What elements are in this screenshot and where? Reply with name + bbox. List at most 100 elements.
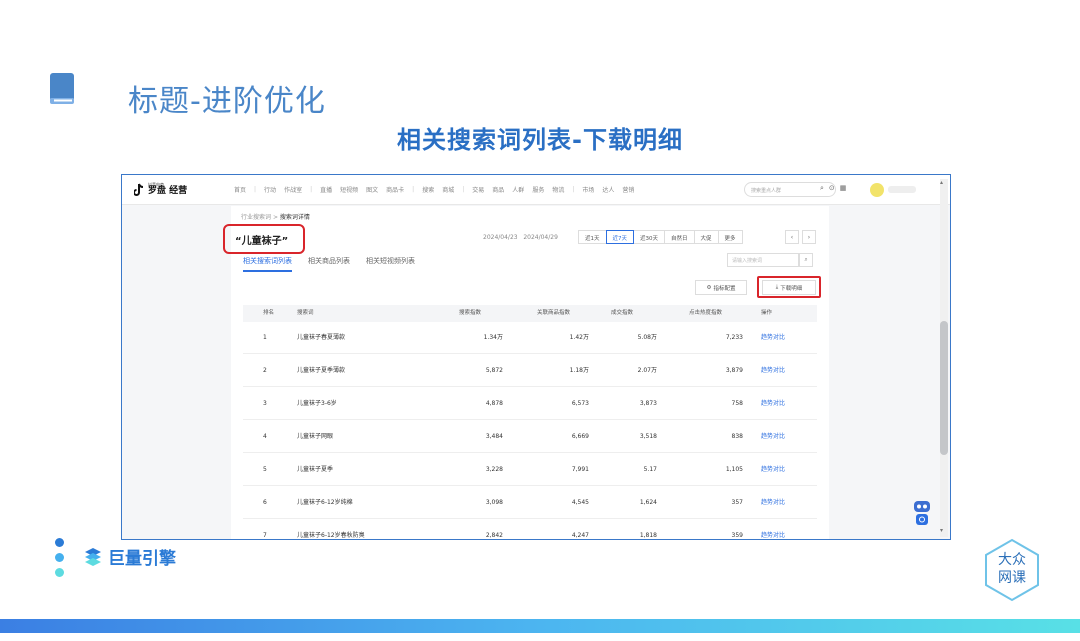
breadcrumb-parent[interactable]: 行业搜索词 — [241, 214, 271, 221]
nav-item[interactable]: 交易 — [472, 185, 484, 194]
table-row: 7 儿童袜子6-12岁春秋防臭 2,842 4,247 1,818 359 趋势对比 — [243, 520, 817, 539]
range-button[interactable]: 近7天 — [605, 230, 634, 244]
nav-item[interactable]: 首页 — [234, 185, 246, 194]
douyin-icon — [134, 183, 144, 196]
nav-item[interactable]: 直播 — [320, 185, 332, 194]
range-button[interactable]: 近30天 — [633, 230, 665, 244]
nav-separator: | — [412, 186, 415, 193]
col-keyword: 搜索词 — [297, 310, 314, 316]
tab-item[interactable]: 相关搜索词列表 — [243, 256, 292, 272]
date-end: 2024/04/29 — [523, 234, 558, 241]
table-row: 6 儿童袜子6-12岁纯棉 3,098 4,545 1,624 357 趋势对比 — [243, 487, 817, 519]
date-range[interactable]: 2024/04/23 2024/04/29 — [483, 234, 558, 241]
col-search-index[interactable]: 搜索指数 — [459, 305, 519, 322]
scroll-down-icon[interactable]: ▾ — [940, 527, 943, 534]
keyword-cell: 儿童袜子夏季薄款 — [297, 367, 346, 374]
svg-text:大众: 大众 — [998, 552, 1026, 568]
dazhong-wangke-logo: 大众 网课 — [985, 538, 1039, 602]
search-index-cell: 3,228 — [485, 466, 503, 473]
chevron-left-icon[interactable]: ‹ — [785, 230, 799, 244]
trend-compare-link[interactable]: 趋势对比 — [761, 388, 785, 420]
deal-index-cell: 3,873 — [639, 400, 657, 407]
grid-icon[interactable]: ▦ — [840, 184, 847, 193]
nav-item[interactable]: 服务 — [532, 185, 544, 194]
search-index-cell: 3,098 — [485, 499, 503, 506]
table-row: 2 儿童袜子夏季薄款 5,872 1.18万 2.07万 3,879 趋势对比 — [243, 355, 817, 387]
config-button-label: 指标配置 — [713, 285, 736, 292]
chevron-right-icon[interactable]: › — [802, 230, 816, 244]
nav-item[interactable]: 人群 — [512, 185, 524, 194]
nav-item[interactable]: 行动 — [264, 185, 276, 194]
table-row: 3 儿童袜子3-6岁 4,878 6,573 3,873 758 趋势对比 — [243, 388, 817, 420]
scroll-up-icon[interactable]: ▴ — [940, 179, 943, 186]
product-index-cell: 4,545 — [571, 499, 589, 506]
rank-cell: 5 — [263, 466, 267, 473]
assistant-robot-icon[interactable] — [912, 497, 932, 527]
range-button[interactable]: 大促 — [693, 230, 719, 244]
table-header: 排名 搜索词 搜索指数 关联商品指数 成交指数 点击热度指数 操作 — [243, 305, 817, 322]
product-index-cell: 1.42万 — [569, 334, 589, 341]
product-index-cell: 6,573 — [571, 400, 589, 407]
click-index-cell: 357 — [731, 499, 743, 506]
nav-item[interactable]: 短视频 — [340, 185, 358, 194]
nav-item[interactable]: 物流 — [552, 185, 564, 194]
top-navbar: 抖音电商 罗盘 经营 首页 | 行动 作战室 | 直播 短视频 图文 商品卡 | 搜索 商城 | 交易 商品… — [122, 175, 950, 205]
brand-logo: 巨量引擎 — [82, 544, 176, 569]
nav-item[interactable]: 达人 — [602, 185, 614, 194]
product-index-cell: 7,991 — [571, 466, 589, 473]
deal-index-cell: 1,818 — [639, 532, 657, 539]
download-highlight-box — [757, 276, 821, 298]
trend-compare-link[interactable]: 趋势对比 — [761, 421, 785, 453]
tab-item[interactable]: 相关短视频列表 — [366, 256, 415, 272]
keyword-highlight-box — [223, 224, 305, 254]
svg-text:网课: 网课 — [998, 570, 1026, 586]
range-button[interactable]: 自然日 — [664, 230, 695, 244]
config-button[interactable]: ⚙ 指标配置 — [695, 280, 747, 295]
trend-compare-link[interactable]: 趋势对比 — [761, 520, 785, 539]
trend-compare-link[interactable]: 趋势对比 — [761, 322, 785, 354]
help-icon[interactable]: ⊙ — [829, 184, 835, 193]
scroll-thumb[interactable] — [940, 321, 948, 455]
click-index-cell: 3,879 — [725, 367, 743, 374]
range-button[interactable]: 近1天 — [578, 230, 607, 244]
search-icon[interactable]: ⌕ — [799, 253, 813, 267]
decorative-dots — [55, 538, 65, 583]
nav-separator: | — [254, 186, 257, 193]
table-search-input[interactable]: 请输入搜索词 — [727, 253, 799, 267]
scrollbar[interactable]: ▴ ▾ — [940, 179, 948, 537]
search-icon[interactable]: ⌕ — [820, 184, 824, 193]
col-product-index[interactable]: 关联商品指数 — [537, 305, 597, 322]
nav-item[interactable]: 商品卡 — [386, 185, 404, 194]
nav-item[interactable]: 作战室 — [284, 185, 302, 194]
col-deal-index[interactable]: 成交指数 — [611, 305, 671, 322]
search-index-cell: 2,842 — [485, 532, 503, 539]
deal-index-cell: 2.07万 — [637, 367, 657, 374]
nav-item[interactable]: 商品 — [492, 185, 504, 194]
app-logo[interactable]: 抖音电商 罗盘 经营 — [134, 183, 220, 197]
product-index-cell: 4,247 — [571, 532, 589, 539]
col-click-index[interactable]: 点击热度指数 — [689, 305, 749, 322]
nav-item[interactable]: 市场 — [582, 185, 594, 194]
search-index-cell: 5,872 — [485, 367, 503, 374]
tab-item[interactable]: 相关商品列表 — [308, 256, 350, 272]
logo-big-text: 罗盘 经营 — [148, 186, 188, 196]
nav-item[interactable]: 商城 — [442, 185, 454, 194]
trend-compare-link[interactable]: 趋势对比 — [761, 454, 785, 486]
click-index-cell: 838 — [731, 433, 743, 440]
table-row: 1 儿童袜子春夏薄款 1.34万 1.42万 5.08万 7,233 趋势对比 — [243, 322, 817, 354]
trend-compare-link[interactable]: 趋势对比 — [761, 355, 785, 387]
click-index-cell: 7,233 — [725, 334, 743, 341]
account-name[interactable] — [888, 186, 916, 193]
product-index-cell: 6,669 — [571, 433, 589, 440]
nav-item[interactable]: 图文 — [366, 185, 378, 194]
deal-index-cell: 5.17 — [643, 466, 657, 473]
range-button[interactable]: 更多 — [717, 230, 743, 244]
avatar[interactable] — [870, 183, 884, 197]
deal-index-cell: 1,624 — [639, 499, 657, 506]
trend-compare-link[interactable]: 趋势对比 — [761, 487, 785, 519]
date-arrows: ‹ › — [785, 230, 816, 244]
breadcrumb: 行业搜索词 > 搜索词详情 — [241, 212, 310, 221]
slide-subtitle: 相关搜索词列表-下载明细 — [397, 126, 683, 154]
nav-item[interactable]: 搜索 — [422, 185, 434, 194]
nav-item[interactable]: 营销 — [622, 185, 634, 194]
